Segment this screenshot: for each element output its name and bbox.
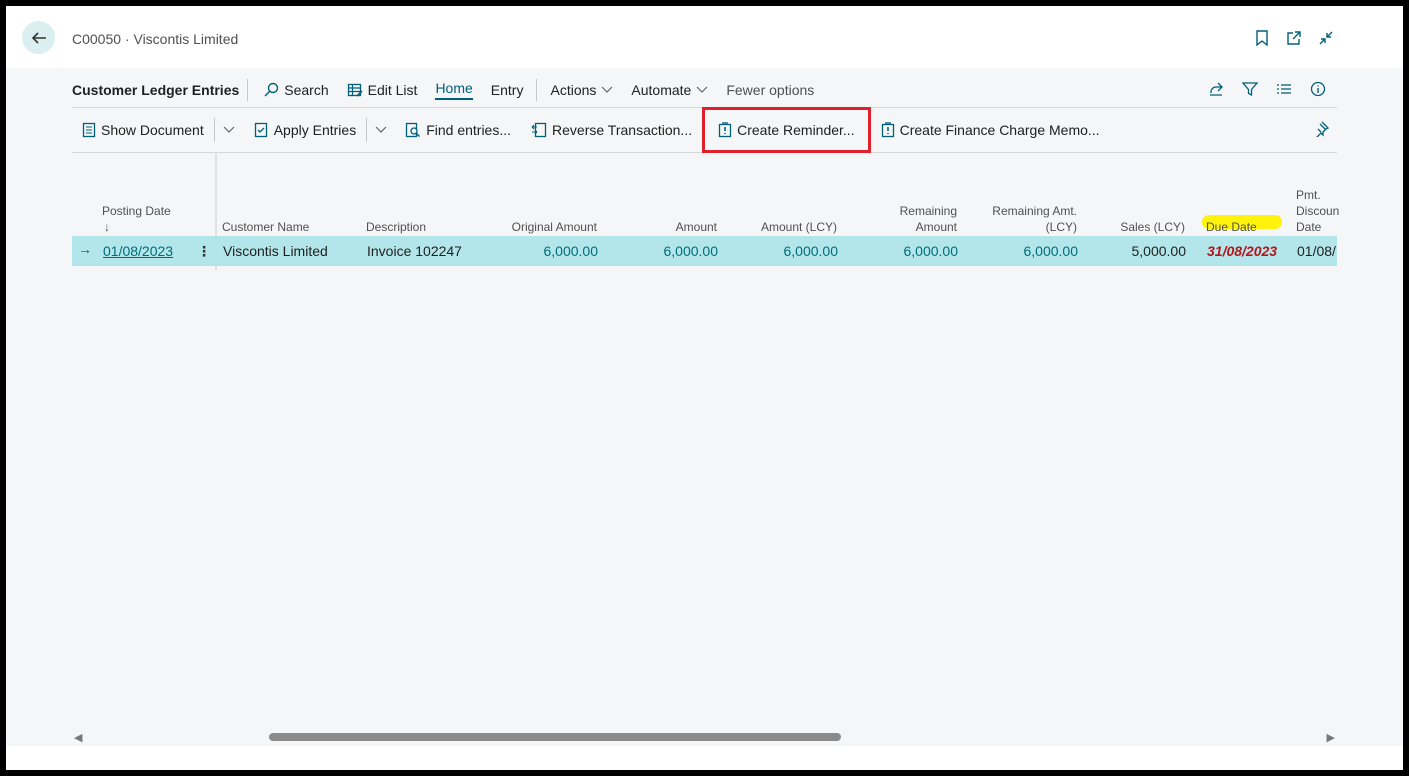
collapse-icon[interactable] [1317, 29, 1335, 47]
reverse-icon [531, 122, 547, 138]
app-frame: C00050 · Viscontis Limited Customer Ledg… [6, 6, 1403, 770]
fewer-options-label: Fewer options [726, 82, 815, 98]
info-icon[interactable] [1309, 80, 1327, 98]
chevron-down-icon [375, 126, 387, 133]
apply-entries-dropdown[interactable] [366, 118, 395, 142]
create-reminder-button[interactable]: Create Reminder... [702, 107, 871, 153]
cell-description: Invoice 102247 [367, 243, 462, 259]
reverse-transaction-label: Reverse Transaction... [552, 122, 693, 138]
title-bar: C00050 · Viscontis Limited [6, 6, 1403, 68]
scroll-left-icon[interactable]: ◀ [74, 731, 82, 744]
col-amount-lcy[interactable]: Amount (LCY) [737, 219, 837, 235]
actions-label: Actions [550, 82, 597, 98]
col-sales-lcy[interactable]: Sales (LCY) [1087, 219, 1185, 235]
show-document-label: Show Document [101, 122, 204, 138]
search-button[interactable]: Search [254, 74, 337, 106]
tab-home-label: Home [435, 80, 473, 100]
tab-entry[interactable]: Entry [482, 74, 533, 106]
search-label: Search [284, 82, 329, 98]
chevron-down-icon [223, 126, 235, 133]
find-entries-button[interactable]: Find entries... [395, 108, 521, 152]
edit-list-label: Edit List [367, 82, 418, 98]
horizontal-scrollbar[interactable]: ◀ ▶ [72, 728, 1337, 746]
show-document-button[interactable]: Show Document [72, 108, 214, 152]
row-arrow-icon: → [78, 241, 92, 257]
col-posting-date[interactable]: Posting Date ↓ [102, 203, 171, 235]
automate-label: Automate [631, 82, 692, 98]
col-remaining-amount-line2: Amount [915, 220, 957, 234]
sort-arrow-icon: ↓ [104, 220, 110, 234]
cell-due-date: 31/08/2023 [1207, 243, 1278, 259]
cell-original-amount[interactable]: 6,000.00 [482, 243, 599, 259]
search-icon [264, 82, 279, 97]
cell-remaining-amount[interactable]: 6,000.00 [857, 243, 959, 259]
col-amount[interactable]: Amount [617, 219, 717, 235]
col-pmt-discount-date-line1: Pmt. [1296, 188, 1321, 202]
document-icon [82, 122, 96, 138]
share-icon[interactable] [1207, 80, 1225, 98]
scroll-right-icon[interactable]: ▶ [1327, 731, 1335, 744]
col-remaining-amt-lcy-line1: Remaining Amt. [992, 204, 1077, 218]
cell-amount-lcy[interactable]: 6,000.00 [737, 243, 839, 259]
reverse-transaction-button[interactable]: Reverse Transaction... [521, 108, 702, 152]
action-bar: Customer Ledger Entries Search Edit List… [72, 74, 1337, 106]
cell-customer-name: Viscontis Limited [223, 243, 328, 259]
cell-remaining-amt-lcy[interactable]: 6,000.00 [967, 243, 1079, 259]
cell-amount[interactable]: 6,000.00 [617, 243, 719, 259]
cell-pmt-discount-date: 01/08/ [1297, 243, 1336, 259]
edit-list-button[interactable]: Edit List [338, 74, 427, 106]
tab-entry-label: Entry [490, 82, 524, 98]
bookmark-icon[interactable] [1253, 29, 1271, 47]
actions-menu[interactable]: Actions [541, 74, 622, 106]
separator [536, 79, 538, 101]
list-icon[interactable] [1275, 80, 1293, 98]
show-document-dropdown[interactable] [213, 118, 243, 142]
col-remaining-amount[interactable]: Remaining Amount [857, 203, 957, 235]
pin-icon[interactable] [1313, 121, 1330, 140]
find-icon [406, 122, 421, 138]
apply-entries-button[interactable]: Apply Entries [243, 108, 366, 152]
filter-icon[interactable] [1241, 80, 1259, 98]
posting-date-link[interactable]: 01/08/2023 [103, 243, 173, 259]
fewer-options-button[interactable]: Fewer options [717, 74, 823, 106]
find-entries-label: Find entries... [426, 122, 512, 138]
ledger-entries-grid: Posting Date ↓ Customer Name Description… [72, 152, 1339, 712]
col-remaining-amt-lcy[interactable]: Remaining Amt. (LCY) [967, 203, 1077, 235]
page-title: Customer Ledger Entries [72, 79, 249, 101]
back-arrow-icon [31, 31, 46, 44]
col-pmt-discount-date-line2: Discoun [1296, 204, 1340, 218]
col-original-amount[interactable]: Original Amount [482, 219, 597, 235]
create-finance-charge-memo-label: Create Finance Charge Memo... [899, 122, 1100, 138]
tab-home[interactable]: Home [426, 74, 481, 106]
col-description[interactable]: Description [366, 219, 426, 235]
col-customer-name[interactable]: Customer Name [222, 219, 309, 235]
chevron-down-icon [601, 86, 613, 93]
chevron-down-icon [696, 86, 708, 93]
col-posting-date-label: Posting Date [102, 204, 171, 218]
window-controls [1253, 29, 1335, 47]
footer-area [6, 746, 1403, 770]
table-row[interactable]: → 01/08/2023 ⋮ Viscontis Limited Invoice… [72, 236, 1337, 266]
open-new-window-icon[interactable] [1285, 29, 1303, 47]
page-tools [1207, 80, 1327, 98]
automate-menu[interactable]: Automate [622, 74, 717, 106]
col-remaining-amt-lcy-line2: (LCY) [1045, 220, 1077, 234]
col-pmt-discount-date-line3: Date [1296, 220, 1322, 234]
apply-entries-label: Apply Entries [273, 122, 357, 138]
back-button[interactable] [22, 21, 55, 54]
col-pmt-discount-date[interactable]: Pmt. Discoun Date [1296, 187, 1339, 235]
finance-memo-icon [881, 122, 894, 138]
scrollbar-thumb[interactable] [269, 733, 841, 741]
cell-sales-lcy: 5,000.00 [1131, 243, 1187, 259]
col-remaining-amount-line1: Remaining [899, 204, 957, 218]
create-finance-charge-memo-button[interactable]: Create Finance Charge Memo... [871, 108, 1110, 152]
row-menu-button[interactable]: ⋮ [197, 243, 211, 260]
page-caption: C00050 · Viscontis Limited [72, 31, 239, 47]
col-due-date[interactable]: Due Date [1206, 219, 1257, 235]
reminder-icon [718, 122, 732, 138]
promoted-actions: Show Document Apply Entries Find entries… [72, 107, 1337, 153]
edit-list-icon [347, 83, 363, 97]
apply-icon [254, 122, 267, 138]
create-reminder-label: Create Reminder... [737, 122, 855, 138]
